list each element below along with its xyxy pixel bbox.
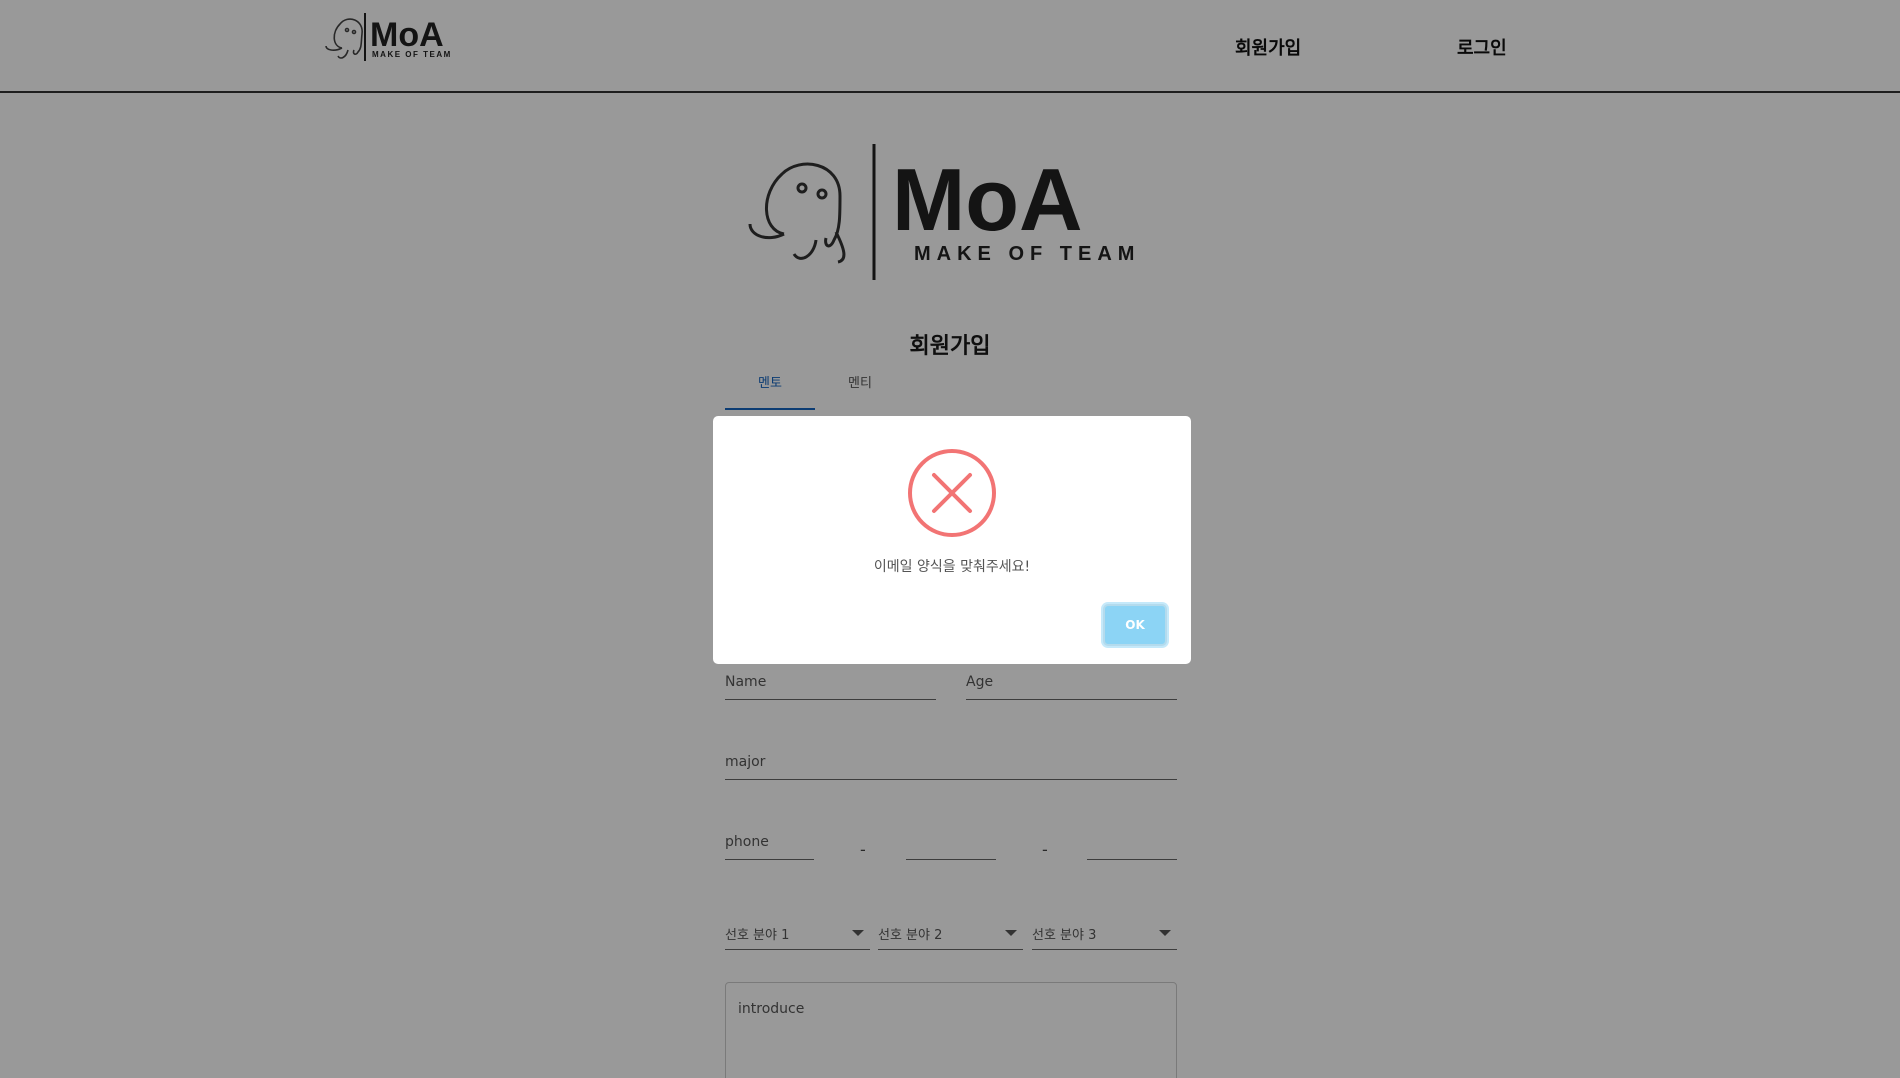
- alert-message: 이메일 양식을 맞춰주세요!: [873, 559, 1031, 575]
- error-x-icon: [908, 449, 996, 537]
- ok-button[interactable]: OK: [1103, 604, 1167, 646]
- alert-modal: 이메일 양식을 맞춰주세요! OK: [713, 416, 1191, 664]
